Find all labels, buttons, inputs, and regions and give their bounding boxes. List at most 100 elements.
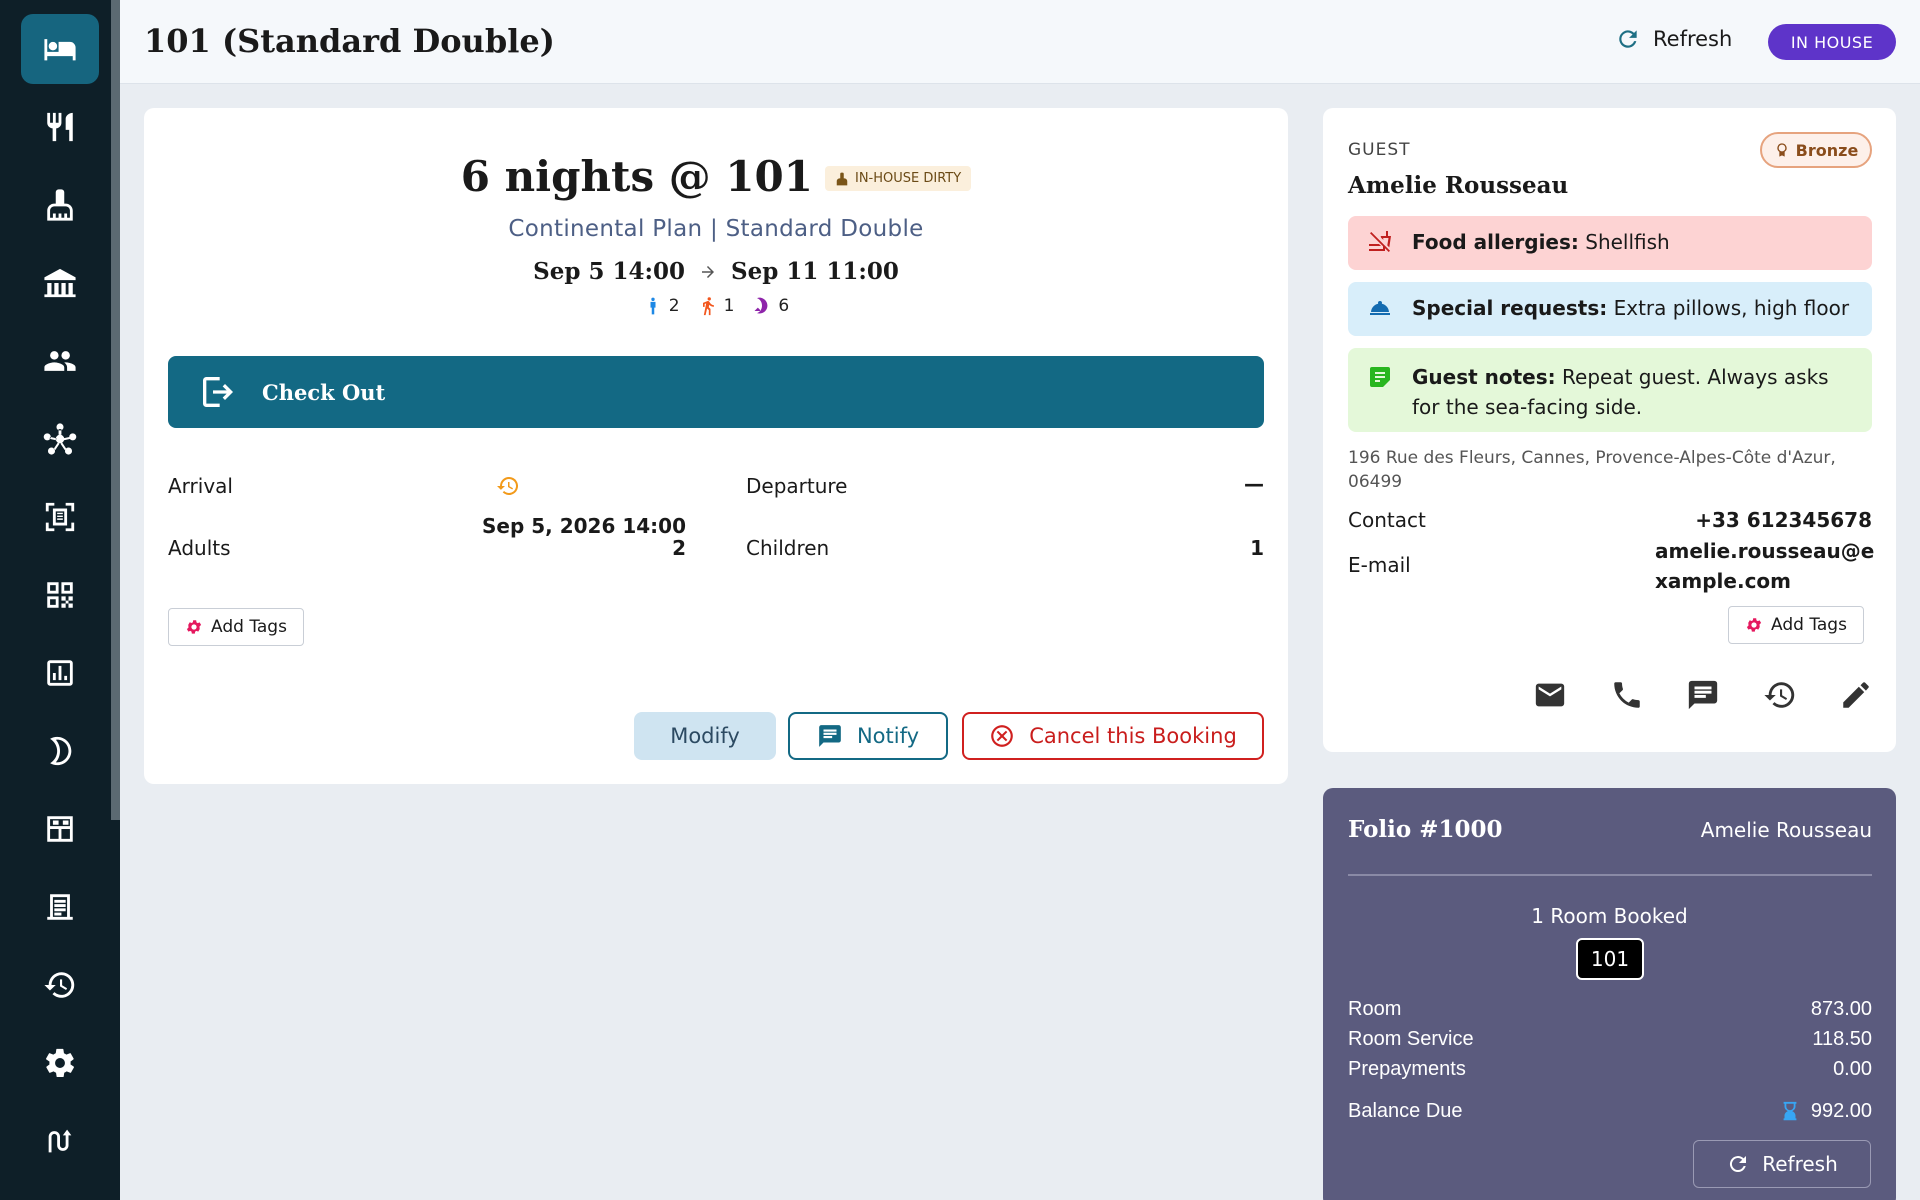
edit-icon[interactable] <box>1839 678 1873 712</box>
food-allergies-value: Shellfish <box>1585 230 1670 254</box>
loyalty-tier-label: Bronze <box>1795 140 1859 160</box>
sidebar-item-logo[interactable] <box>21 1106 99 1176</box>
adults-label: Adults <box>168 536 231 560</box>
housekeeping-status-badge: IN-HOUSE DIRTY <box>825 166 972 191</box>
folio-card: Folio #1000 Amelie Rousseau 1 Room Booke… <box>1323 788 1896 1200</box>
balance-due-value: 992.00 <box>1810 1100 1872 1122</box>
cleaning-icon <box>836 172 848 185</box>
special-requests-value: Extra pillows, high floor <box>1613 296 1850 320</box>
sidebar-item-history[interactable] <box>21 950 99 1020</box>
history-icon[interactable] <box>496 474 520 498</box>
notify-button[interactable]: Notify <box>788 712 948 760</box>
sidebar-item-room-grid[interactable] <box>21 794 99 864</box>
sidebar-item-invoices[interactable] <box>21 872 99 942</box>
sidebar-item-reports[interactable] <box>21 638 99 708</box>
departure-value: — <box>1244 472 1264 496</box>
page-title: 101 (Standard Double) <box>144 22 555 60</box>
booking-add-tags-label: Add Tags <box>211 617 287 637</box>
sidebar-item-scanner[interactable] <box>21 482 99 552</box>
sidebar-item-hub[interactable] <box>21 404 99 474</box>
stay-start: Sep 5 14:00 <box>533 258 685 285</box>
sidebar-scrollbar[interactable] <box>111 0 120 820</box>
folio-line-label: Room <box>1348 998 1402 1020</box>
email-icon[interactable] <box>1533 678 1567 712</box>
guest-add-tags-label: Add Tags <box>1771 615 1847 635</box>
arrow-right-icon <box>702 265 714 278</box>
logout-icon <box>203 377 233 407</box>
sidebar-item-settings[interactable] <box>21 1028 99 1098</box>
header-refresh-button[interactable]: Refresh <box>1615 26 1732 52</box>
guest-add-tags-button[interactable]: Add Tags <box>1728 606 1864 644</box>
guest-caption: GUEST <box>1348 140 1411 160</box>
night-icon <box>754 297 768 314</box>
rooms-booked: 1 Room Booked <box>1531 904 1688 928</box>
room-number-chip[interactable]: 101 <box>1576 938 1644 980</box>
history-icon[interactable] <box>1763 678 1797 712</box>
housekeeping-icon <box>47 189 73 221</box>
message-icon <box>819 725 841 747</box>
food-allergies-label: Food allergies: <box>1412 230 1579 254</box>
folio-owner: Amelie Rousseau <box>1700 818 1872 842</box>
modify-button[interactable]: Modify <box>634 712 776 760</box>
adults-value: 2 <box>672 536 686 560</box>
contact-label: Contact <box>1348 508 1426 532</box>
guests-icon <box>44 351 76 371</box>
adults-count: 2 <box>643 296 680 316</box>
loyalty-tier-badge: Bronze <box>1760 132 1872 168</box>
sidebar-item-housekeeping[interactable] <box>21 170 99 240</box>
refresh-icon <box>1619 30 1637 48</box>
guest-card: GUEST Amelie Rousseau Bronze Food allerg… <box>1323 108 1896 752</box>
message-icon[interactable] <box>1686 678 1720 712</box>
folio-line-value: 118.50 <box>1812 1028 1872 1050</box>
booking-add-tags-button[interactable]: Add Tags <box>168 608 304 646</box>
check-out-label: Check Out <box>262 379 386 405</box>
folio-line-value: 873.00 <box>1810 998 1872 1020</box>
contact-phone[interactable]: +33 612345678 <box>1695 508 1872 532</box>
special-requests-label: Special requests: <box>1412 296 1608 320</box>
no-food-icon <box>1369 231 1391 252</box>
sidebar-item-restaurant[interactable] <box>21 92 99 162</box>
folio-line-label: Room Service <box>1348 1028 1474 1050</box>
settings-icon <box>46 1048 74 1078</box>
check-out-button[interactable]: Check Out <box>168 356 1264 428</box>
sidebar-item-bookings[interactable] <box>21 14 99 84</box>
booking-card: 6 nights @ 101 IN-HOUSE DIRTY Continenta… <box>144 108 1288 784</box>
food-allergies-alert: Food allergies: Shellfish <box>1348 216 1872 270</box>
medal-icon <box>1777 143 1787 157</box>
folio-refresh-button[interactable]: Refresh <box>1693 1140 1871 1188</box>
invoice-icon <box>47 894 73 920</box>
night-audit-icon <box>50 736 72 766</box>
property-icon <box>44 268 76 298</box>
special-requests-alert: Special requests: Extra pillows, high fl… <box>1348 282 1872 336</box>
balance-due-label: Balance Due <box>1348 1100 1463 1122</box>
occupancy-summary: 2 1 6 <box>144 296 1288 316</box>
guest-email[interactable]: amelie.rousseau@example.com <box>1655 536 1875 596</box>
refresh-icon <box>1730 1156 1747 1173</box>
sidebar <box>0 0 120 1200</box>
nights-count: 6 <box>752 296 789 316</box>
cancel-booking-label: Cancel this Booking <box>1029 724 1237 748</box>
sidebar-item-property[interactable] <box>21 248 99 318</box>
hub-icon <box>43 423 77 455</box>
sidebar-item-guests[interactable] <box>21 326 99 396</box>
top-header: 101 (Standard Double) Refresh IN HOUSE <box>120 0 1920 84</box>
rate-plan-line: Continental Plan | Standard Double <box>508 216 924 242</box>
child-icon <box>702 297 714 316</box>
sidebar-item-night-audit[interactable] <box>21 716 99 786</box>
children-label: Children <box>746 536 830 560</box>
logo-icon <box>48 1129 72 1153</box>
children-value: 1 <box>1250 536 1264 560</box>
folio-line-label: Prepayments <box>1348 1058 1466 1080</box>
booking-heading: 6 nights @ 101 IN-HOUSE DIRTY <box>144 152 1288 201</box>
room-grid-icon <box>47 816 73 842</box>
guest-notes-alert: Guest notes: Repeat guest. Always asks f… <box>1348 348 1872 432</box>
stay-dates: Sep 5 14:00 Sep 11 11:00 <box>144 258 1288 285</box>
sidebar-item-qr[interactable] <box>21 560 99 630</box>
bed-icon <box>44 39 76 61</box>
cancel-booking-button[interactable]: Cancel this Booking <box>962 712 1264 760</box>
balance-due: 992.00 <box>1781 1100 1872 1123</box>
folio-title[interactable]: Folio #1000 <box>1348 816 1503 843</box>
folio-refresh-label: Refresh <box>1762 1152 1838 1176</box>
history-icon <box>44 972 75 998</box>
phone-icon[interactable] <box>1610 678 1644 712</box>
